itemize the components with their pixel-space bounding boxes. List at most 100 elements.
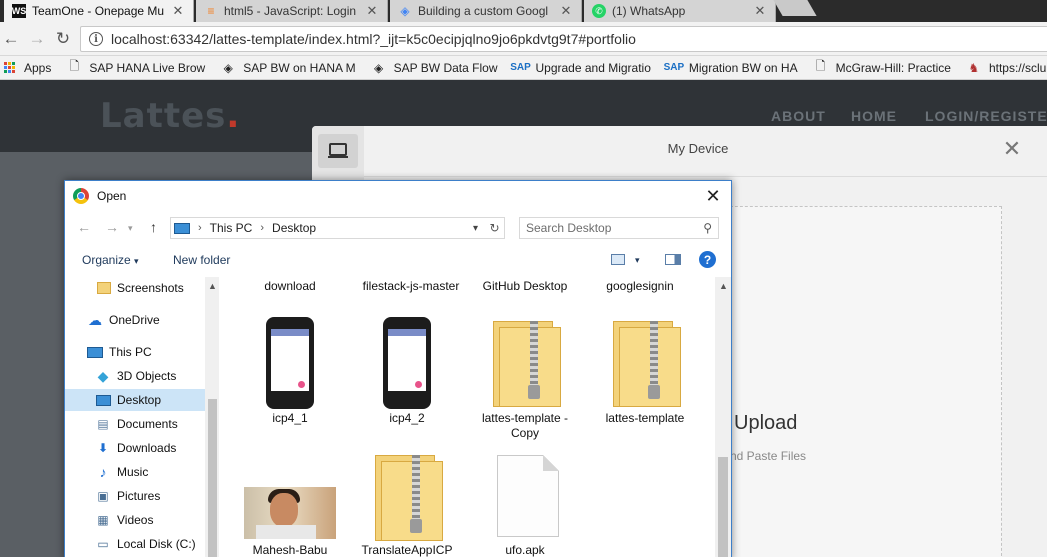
file-name: icp4_2	[389, 411, 425, 425]
tab-whatsapp[interactable]: ✆ (1) WhatsApp ✕	[584, 0, 776, 22]
view-options-icon[interactable]	[611, 254, 625, 265]
nav-item-videos[interactable]: ▦ Videos	[65, 509, 205, 531]
desktop-icon	[95, 393, 111, 407]
file-item-lattes-template-copy[interactable]: lattes-template - Copy	[475, 321, 575, 447]
url-text: localhost:63342/lattes-template/index.ht…	[111, 31, 636, 47]
forward-icon[interactable]: →	[26, 28, 48, 50]
bookmark-apps[interactable]: Apps	[2, 61, 51, 75]
refresh-icon[interactable]: ↻	[485, 217, 505, 239]
search-input[interactable]: Search Desktop ⚲	[519, 217, 719, 239]
nav-item-3d-objects[interactable]: ◆ 3D Objects	[65, 365, 205, 387]
tab-teamone[interactable]: WS TeamOne - Onepage Mu ✕	[4, 0, 194, 22]
dialog-command-bar: Organize ▾ New folder ▾ ?	[65, 247, 731, 273]
bookmark-mcgraw-hill[interactable]: 🗋 McGraw-Hill: Practice	[814, 59, 951, 75]
nav-item-pictures[interactable]: ▣ Pictures	[65, 485, 205, 507]
file-item-download[interactable]: download	[240, 279, 340, 294]
nav-item-screenshots[interactable]: Screenshots	[65, 277, 205, 299]
tab-label: html5 - JavaScript: Login	[224, 4, 357, 18]
image-thumbnail	[244, 487, 336, 539]
nav-about[interactable]: ABOUT	[771, 108, 826, 124]
chevron-right-icon: ›	[260, 222, 265, 234]
bookmark-sclubev[interactable]: ♞ https://sclubev	[967, 61, 1047, 75]
nav-item-documents[interactable]: ▤ Documents	[65, 413, 205, 435]
nav-item-downloads[interactable]: ⬇ Downloads	[65, 437, 205, 459]
nav-item-desktop[interactable]: Desktop	[65, 389, 205, 411]
bookmark-sap-bw-data-flow[interactable]: ◈ SAP BW Data Flow	[372, 60, 497, 75]
path-breadcrumb[interactable]: › This PC › Desktop ▾	[170, 217, 505, 239]
close-icon[interactable]: ✕	[557, 3, 575, 19]
reload-icon[interactable]: ↻	[52, 28, 74, 50]
nav-item-label: Documents	[117, 417, 178, 431]
bookmark-sap-bw-on-hana[interactable]: ◈ SAP BW on HANA M	[221, 60, 356, 75]
back-icon[interactable]: ←	[77, 219, 91, 235]
bookmark-sap-hana-live[interactable]: 🗋 SAP HANA Live Brow	[67, 59, 206, 75]
file-item-lattes-template[interactable]: lattes-template	[595, 321, 695, 447]
help-icon[interactable]: ?	[699, 251, 716, 268]
sap-icon: SAP	[510, 62, 531, 73]
back-icon[interactable]: ←	[0, 28, 22, 50]
up-arrow-icon[interactable]: ↑	[150, 219, 157, 235]
file-name: Mahesh-Babu	[252, 543, 328, 557]
nav-login-register[interactable]: LOGIN/REGISTER	[925, 108, 1047, 124]
close-icon[interactable]: ✕	[703, 186, 723, 207]
breadcrumb-this-pc[interactable]: This PC	[210, 221, 253, 235]
upload-dropzone[interactable]	[700, 206, 1002, 557]
bookmark-upgrade-migration[interactable]: SAP Upgrade and Migratio	[510, 61, 651, 75]
bookmarks-bar: Apps 🗋 SAP HANA Live Brow ◈ SAP BW on HA…	[0, 56, 1047, 80]
picker-title: My Device	[667, 141, 729, 156]
file-item-icp4-2[interactable]: icp4_2	[357, 317, 457, 429]
chevron-down-icon[interactable]: ▾	[128, 223, 133, 234]
scroll-up-icon[interactable]: ▲	[208, 281, 217, 291]
file-name: icp4_1	[272, 411, 308, 425]
my-device-source-button[interactable]	[318, 134, 358, 168]
nav-item-this-pc[interactable]: This PC	[65, 341, 205, 363]
forward-icon[interactable]: →	[105, 219, 119, 235]
close-icon[interactable]: ✕	[1002, 138, 1022, 160]
new-folder-button[interactable]: New folder	[173, 253, 230, 267]
file-item-github-desktop[interactable]: GitHub Desktop	[475, 279, 575, 294]
file-item-translateappicp[interactable]: TranslateAppICP	[357, 455, 457, 557]
preview-pane-icon[interactable]	[665, 254, 681, 265]
organize-button[interactable]: Organize ▾	[82, 253, 139, 267]
nav-item-music[interactable]: ♪ Music	[65, 461, 205, 483]
file-item-mahesh-babu[interactable]: Mahesh-Babu	[240, 467, 340, 557]
bookmark-migration-bw[interactable]: SAP Migration BW on HA	[664, 61, 798, 75]
download-icon: ⬇	[97, 441, 109, 455]
close-icon[interactable]: ✕	[751, 3, 769, 19]
chevron-down-icon[interactable]: ▾	[635, 255, 640, 266]
dialog-nav-bar: ← → ▾ ↑ › This PC › Desktop ▾ ↻ Search D…	[65, 215, 731, 241]
nav-item-onedrive[interactable]: ☁ OneDrive	[65, 309, 205, 331]
address-bar[interactable]: i localhost:63342/lattes-template/index.…	[80, 26, 1047, 52]
diamond-icon: ◈	[223, 60, 233, 75]
organize-label: Organize	[82, 253, 131, 267]
tab-building-custom-google[interactable]: ◈ Building a custom Googl ✕	[390, 0, 582, 22]
tab-label: Building a custom Googl	[418, 4, 549, 18]
chevron-down-icon[interactable]: ▾	[473, 223, 478, 234]
nav-home[interactable]: HOME	[851, 108, 897, 124]
file-item-ufo-apk[interactable]: ufo.apk	[475, 455, 575, 557]
info-icon[interactable]: i	[89, 32, 103, 46]
file-name: lattes-template	[605, 411, 685, 425]
site-logo[interactable]: Lattes.	[100, 96, 240, 136]
bookmark-label: Apps	[24, 60, 52, 75]
nav-item-label: Screenshots	[117, 281, 184, 295]
file-item-filestack-js-master[interactable]: filestack-js-master	[359, 279, 463, 294]
dialog-titlebar: Open ✕	[65, 181, 731, 211]
close-icon[interactable]: ✕	[363, 3, 381, 19]
upload-heading: Upload	[734, 412, 798, 434]
open-file-dialog: Open ✕ ← → ▾ ↑ › This PC › Desktop ▾ ↻ S…	[64, 180, 732, 557]
close-icon[interactable]: ✕	[169, 3, 187, 19]
nav-item-label: Local Disk (C:)	[117, 537, 196, 551]
bookmark-label: https://sclubev	[988, 60, 1047, 75]
file-list-scroll-thumb[interactable]	[718, 457, 728, 557]
file-item-googlesignin[interactable]: googlesignin	[590, 279, 690, 294]
search-placeholder: Search Desktop	[526, 221, 612, 235]
file-item-icp4-1[interactable]: icp4_1	[240, 317, 340, 429]
breadcrumb-desktop[interactable]: Desktop	[272, 221, 316, 235]
new-tab-button[interactable]	[773, 0, 817, 16]
nav-item-local-disk[interactable]: ▭ Local Disk (C:)	[65, 533, 205, 555]
diamond-icon: ◈	[374, 60, 384, 75]
nav-pane-scroll-thumb[interactable]	[208, 399, 217, 557]
tab-html5-login[interactable]: ≡ html5 - JavaScript: Login ✕	[196, 0, 388, 22]
scroll-up-icon[interactable]: ▲	[719, 281, 728, 291]
